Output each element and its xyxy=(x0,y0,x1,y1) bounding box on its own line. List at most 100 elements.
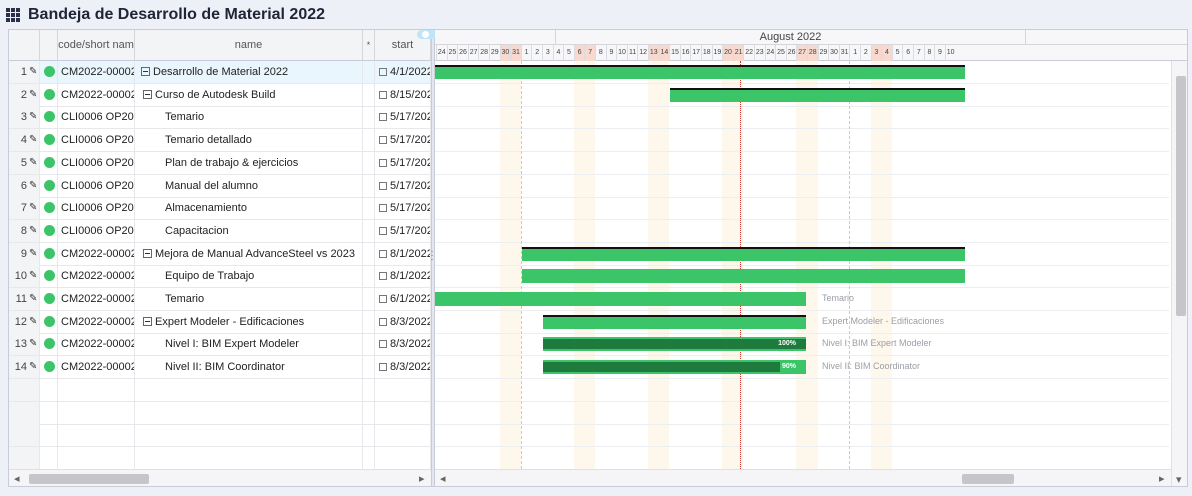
task-row[interactable]: 13 ✎ CM2022-00002 Nivel I: BIM Expert Model… xyxy=(9,333,431,357)
name-cell[interactable]: Nivel II: BIM Coordinator xyxy=(135,356,363,379)
name-cell[interactable]: Nivel I: BIM Expert Modeler xyxy=(135,333,363,356)
pencil-icon[interactable]: ✎ xyxy=(29,333,37,355)
gantt-horizontal-scrollbar[interactable]: ◂ ▸ xyxy=(435,469,1171,486)
task-row[interactable]: 8✎ CLI0006 OP20 Capacitacion 5/17/2021 xyxy=(9,219,431,243)
code-cell[interactable]: CM2022-00002 xyxy=(58,61,135,83)
splitter-grip-icon[interactable]: · · · xyxy=(430,247,434,265)
pencil-icon[interactable]: ✎ xyxy=(29,265,37,287)
gantt-scroll-thumb[interactable] xyxy=(962,474,1014,484)
star-cell[interactable] xyxy=(363,356,375,379)
code-cell[interactable]: CM2022-00002 xyxy=(58,333,135,356)
checkbox-icon[interactable] xyxy=(379,340,387,349)
checkbox-icon[interactable] xyxy=(379,317,387,326)
task-row[interactable]: 6✎ CLI0006 OP20 Manual del alumno 5/17/2021 xyxy=(9,174,431,198)
collapse-icon[interactable] xyxy=(143,248,152,258)
checkbox-icon[interactable] xyxy=(379,272,387,281)
task-bar[interactable]: 100% xyxy=(543,337,806,352)
task-row[interactable]: 12 ✎ CM2022-00002 Expert Modeler - Edificac… xyxy=(9,310,431,334)
star-cell[interactable] xyxy=(363,151,375,174)
start-cell[interactable]: 5/17/2021 xyxy=(375,129,431,152)
summary-task-bar[interactable] xyxy=(435,65,965,79)
grid-menu-icon[interactable] xyxy=(6,8,20,22)
star-cell[interactable] xyxy=(363,333,375,356)
code-cell[interactable]: CM2022-00002 xyxy=(58,265,135,288)
code-cell[interactable]: CLI0006 OP20 xyxy=(58,106,135,129)
name-cell[interactable]: Plan de trabajo & ejercicios xyxy=(135,151,363,174)
gantt-vertical-scrollbar[interactable]: ▾ xyxy=(1171,61,1187,486)
pencil-icon[interactable]: ✎ xyxy=(29,311,37,333)
star-cell[interactable] xyxy=(363,265,375,288)
name-cell[interactable]: Temario detallado xyxy=(135,129,363,152)
checkbox-icon[interactable] xyxy=(379,249,387,258)
task-row[interactable]: 14 ✎ CM2022-00002 Nivel II: BIM Coordinator… xyxy=(9,356,431,380)
star-cell[interactable] xyxy=(363,288,375,310)
name-cell[interactable]: Temario xyxy=(135,106,363,129)
name-cell[interactable]: Expert Modeler - Edificaciones xyxy=(135,310,363,333)
code-cell[interactable]: CLI0006 OP20 xyxy=(58,151,135,174)
start-cell[interactable]: 8/3/2022 xyxy=(375,333,431,356)
checkbox-icon[interactable] xyxy=(379,363,387,372)
name-cell[interactable]: Temario xyxy=(135,288,363,310)
name-cell[interactable]: Desarrollo de Material 2022 xyxy=(135,61,363,83)
checkbox-icon[interactable] xyxy=(379,90,387,99)
checkbox-icon[interactable] xyxy=(379,226,387,235)
name-cell[interactable]: Almacenamiento xyxy=(135,197,363,220)
gantt-vscroll-thumb[interactable] xyxy=(1176,76,1186,316)
star-cell[interactable] xyxy=(363,83,375,106)
task-row[interactable]: 4✎ CLI0006 OP20 Temario detallado 5/17/2021 xyxy=(9,129,431,153)
task-bar[interactable] xyxy=(435,292,806,306)
pencil-icon[interactable]: ✎ xyxy=(29,197,37,219)
star-cell[interactable] xyxy=(363,174,375,197)
code-cell[interactable]: CM2022-00002 xyxy=(58,288,135,310)
checkbox-icon[interactable] xyxy=(379,204,387,213)
star-column-header[interactable]: * xyxy=(363,30,375,61)
checkbox-icon[interactable] xyxy=(379,181,387,190)
checkbox-icon[interactable] xyxy=(379,295,387,303)
task-row[interactable]: 9 ✎ CM2022-00002 Mejora de Manual AdvanceSt… xyxy=(9,242,431,266)
pencil-icon[interactable]: ✎ xyxy=(29,175,37,197)
code-cell[interactable]: CLI0006 OP20 xyxy=(58,219,135,242)
pencil-icon[interactable]: ✎ xyxy=(29,84,37,106)
start-cell[interactable]: 5/17/2021 xyxy=(375,151,431,174)
name-cell[interactable]: Equipo de Trabajo xyxy=(135,265,363,288)
grid-horizontal-scrollbar[interactable]: ◂ ▸ xyxy=(9,469,431,486)
start-cell[interactable]: 8/15/2022 xyxy=(375,83,431,106)
start-cell[interactable]: 8/1/2022 xyxy=(375,265,431,288)
star-cell[interactable] xyxy=(363,310,375,333)
name-column-header[interactable]: name xyxy=(135,30,363,61)
task-row[interactable]: 3✎ CLI0006 OP20 Temario 5/17/2021 xyxy=(9,106,431,130)
gantt-scroll-left-icon[interactable]: ◂ xyxy=(440,472,446,485)
collapse-icon[interactable] xyxy=(143,89,152,99)
code-column-header[interactable]: code/short nam xyxy=(58,30,135,61)
code-cell[interactable]: CLI0006 OP20 xyxy=(58,129,135,152)
star-cell[interactable] xyxy=(363,61,375,83)
start-cell[interactable]: 5/17/2021 xyxy=(375,219,431,242)
summary-task-bar[interactable] xyxy=(543,314,806,329)
task-row[interactable]: 10 ✎ CM2022-00002 Equipo de Trabajo 8/1/2022 xyxy=(9,265,431,289)
name-cell[interactable]: Capacitacion xyxy=(135,219,363,242)
star-cell[interactable] xyxy=(363,242,375,265)
code-cell[interactable]: CM2022-00002 xyxy=(58,83,135,106)
gantt-scroll-right-icon[interactable]: ▸ xyxy=(1159,472,1165,485)
pencil-icon[interactable]: ✎ xyxy=(29,106,37,128)
star-cell[interactable] xyxy=(363,129,375,152)
start-cell[interactable]: 8/1/2022 xyxy=(375,242,431,265)
name-cell[interactable]: Manual del alumno xyxy=(135,174,363,197)
code-cell[interactable]: CM2022-00002 xyxy=(58,356,135,379)
start-cell[interactable]: 8/3/2022 xyxy=(375,356,431,379)
star-cell[interactable] xyxy=(363,197,375,220)
grid-scroll-thumb[interactable] xyxy=(29,474,149,484)
pencil-icon[interactable]: ✎ xyxy=(29,220,37,242)
start-cell[interactable]: 8/3/2022 xyxy=(375,310,431,333)
checkbox-icon[interactable] xyxy=(379,136,387,145)
task-row[interactable]: 5 ✎ CLI0006 OP20 Plan de trabajo & ejercici… xyxy=(9,151,431,175)
start-cell[interactable]: 5/17/2021 xyxy=(375,174,431,197)
start-cell[interactable]: 5/17/2021 xyxy=(375,106,431,129)
collapse-icon[interactable] xyxy=(141,67,150,76)
task-row[interactable]: 2 ✎ CM2022-00002 Curso de Autodesk Build 8/1… xyxy=(9,83,431,107)
task-bar[interactable]: 90% xyxy=(543,360,806,375)
scroll-right-icon[interactable]: ▸ xyxy=(419,472,425,485)
pencil-icon[interactable]: ✎ xyxy=(29,61,37,83)
task-row[interactable]: 1 ✎ CM2022-00002 Desarrollo de Material 202… xyxy=(9,61,431,84)
checkbox-icon[interactable] xyxy=(379,158,387,167)
